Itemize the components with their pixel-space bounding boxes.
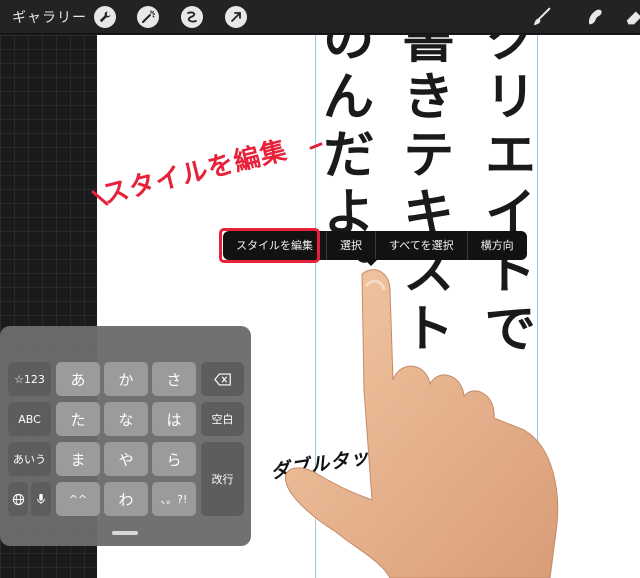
key-kana[interactable]: あいう xyxy=(8,442,51,476)
menu-item-horizontal[interactable]: 横方向 xyxy=(466,231,527,260)
key-ya[interactable]: や xyxy=(104,442,148,476)
context-menu: スタイルを編集 選択 すべてを選択 横方向 xyxy=(223,231,527,260)
smudge-icon[interactable] xyxy=(583,5,607,29)
eraser-icon[interactable] xyxy=(622,5,640,29)
key-na[interactable]: な xyxy=(104,402,148,436)
menu-item-edit-style[interactable]: スタイルを編集 xyxy=(223,231,326,260)
menu-item-select[interactable]: 選択 xyxy=(326,231,375,260)
brush-icon[interactable] xyxy=(530,5,554,29)
menu-item-select-all[interactable]: すべてを選択 xyxy=(375,231,467,260)
key-ka[interactable]: か xyxy=(104,362,148,396)
gallery-button[interactable]: ギャラリー xyxy=(12,7,87,27)
hand-image xyxy=(284,269,559,578)
top-toolbar: ギャラリー xyxy=(0,0,640,34)
key-ra[interactable]: ら xyxy=(152,442,196,476)
magic-wand-icon[interactable] xyxy=(137,6,159,28)
key-wa[interactable]: わ xyxy=(104,482,148,516)
transform-arrow-icon[interactable] xyxy=(225,6,247,28)
key-punctuation[interactable]: 、。?! xyxy=(152,482,196,516)
key-ma[interactable]: ま xyxy=(56,442,100,476)
key-enter[interactable]: 改行 xyxy=(201,442,244,516)
key-a[interactable]: あ xyxy=(56,362,100,396)
key-abc[interactable]: ABC xyxy=(8,402,51,436)
japanese-keyboard: ☆123 ABC あいう あ か さ た な は ま や ら ^^ わ 、。?!… xyxy=(0,326,251,546)
key-ta[interactable]: た xyxy=(56,402,100,436)
keyboard-drag-handle[interactable] xyxy=(112,531,138,535)
selection-icon[interactable] xyxy=(181,6,203,28)
key-symbols[interactable]: ☆123 xyxy=(8,362,51,396)
wrench-icon[interactable] xyxy=(94,6,116,28)
globe-icon[interactable] xyxy=(8,482,28,516)
microphone-icon[interactable] xyxy=(31,482,51,516)
key-ha[interactable]: は xyxy=(152,402,196,436)
key-space[interactable]: 空白 xyxy=(201,402,244,436)
key-sa[interactable]: さ xyxy=(152,362,196,396)
key-small-kana[interactable]: ^^ xyxy=(56,482,100,516)
backspace-icon[interactable] xyxy=(201,362,244,396)
